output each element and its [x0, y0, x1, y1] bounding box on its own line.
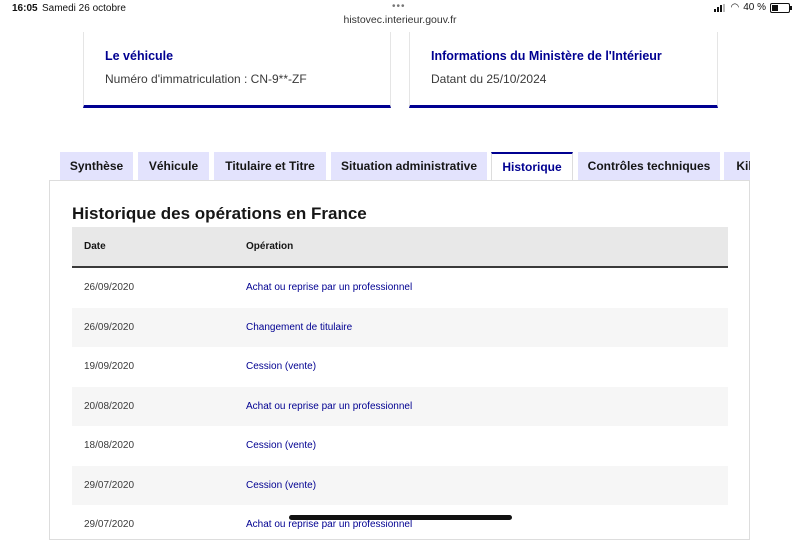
tab-synthese[interactable]: Synthèse: [60, 152, 133, 181]
wifi-icon: ◠: [730, 2, 740, 13]
status-date: Samedi 26 octobre: [42, 3, 126, 14]
tab-historique[interactable]: Historique: [491, 152, 573, 181]
home-indicator[interactable]: [289, 515, 512, 520]
battery-percent: 40 %: [743, 2, 766, 13]
ministry-card: Informations du Ministère de l'Intérieur…: [409, 32, 718, 108]
status-time: 16:05: [12, 3, 38, 14]
tab-titulaire[interactable]: Titulaire et Titre: [214, 152, 326, 181]
row-date: 19/09/2020: [84, 361, 135, 372]
row-operation[interactable]: Achat ou reprise par un professionnel: [246, 401, 412, 412]
tab-kilometrage[interactable]: Kil: [724, 152, 750, 181]
column-header-date: Date: [84, 241, 106, 252]
row-operation[interactable]: Achat ou reprise par un professionnel: [246, 282, 412, 293]
column-header-operation: Opération: [246, 241, 294, 252]
table-header: Date Opération: [72, 227, 728, 268]
tab-situation[interactable]: Situation administrative: [331, 152, 487, 181]
row-operation[interactable]: Changement de titulaire: [246, 322, 352, 333]
tab-bar: Synthèse Véhicule Titulaire et Titre Sit…: [60, 152, 750, 181]
table-row: 19/09/2020 Cession (vente): [72, 347, 728, 387]
vehicle-card: Le véhicule Numéro d'immatriculation : C…: [83, 32, 391, 108]
table-row: 26/09/2020 Achat ou reprise par un profe…: [72, 268, 728, 308]
row-date: 26/09/2020: [84, 321, 135, 333]
ministry-card-title: Informations du Ministère de l'Intérieur: [431, 49, 662, 63]
status-indicators: ◠ 40 %: [714, 2, 792, 13]
address-bar-url[interactable]: histovec.interieur.gouv.fr: [0, 14, 800, 26]
tab-vehicule[interactable]: Véhicule: [138, 152, 209, 181]
ministry-date: Datant du 25/10/2024: [431, 72, 547, 86]
vehicle-registration: Numéro d'immatriculation : CN-9**-ZF: [105, 72, 307, 86]
cellular-signal-icon: [714, 3, 726, 12]
history-table: Date Opération 26/09/2020 Achat ou repri…: [72, 227, 728, 545]
row-operation[interactable]: Cession (vente): [246, 440, 316, 451]
table-row: 29/07/2020 Cession (vente): [72, 465, 728, 505]
more-dots-icon[interactable]: •••: [392, 1, 406, 12]
history-title: Historique des opérations en France: [72, 204, 367, 223]
row-operation[interactable]: Cession (vente): [246, 361, 316, 372]
table-row: 18/08/2020 Cession (vente): [72, 426, 728, 466]
row-date: 29/07/2020: [84, 479, 135, 491]
row-date: 26/09/2020: [84, 282, 135, 293]
vehicle-card-title: Le véhicule: [105, 49, 174, 63]
row-date: 20/08/2020: [84, 400, 135, 412]
tab-controles[interactable]: Contrôles techniques: [578, 152, 720, 181]
row-operation[interactable]: Cession (vente): [246, 480, 316, 491]
status-bar: 16:05 Samedi 26 octobre ••• histovec.int…: [0, 0, 800, 32]
battery-icon: [770, 2, 792, 13]
row-date: 18/08/2020: [84, 440, 135, 451]
table-row: 20/08/2020 Achat ou reprise par un profe…: [72, 386, 728, 426]
table-row: 26/09/2020 Changement de titulaire: [72, 307, 728, 347]
